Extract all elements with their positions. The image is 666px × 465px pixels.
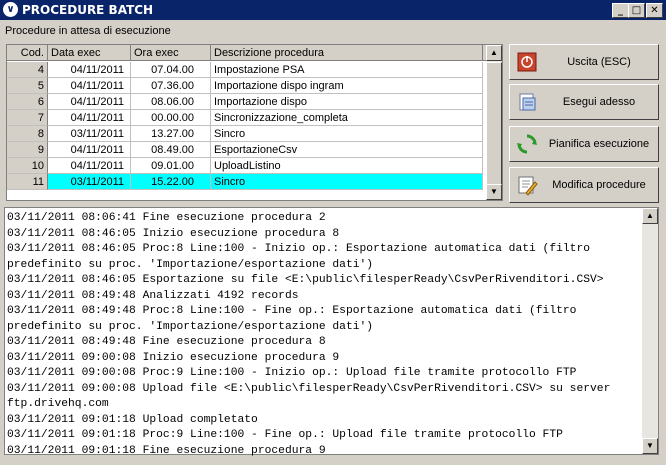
cell-data-exec[interactable]: 04/11/2011 — [48, 78, 131, 94]
grid-scrollbar[interactable]: ▲ ▼ — [486, 45, 502, 200]
table-row[interactable]: 6 04/11/2011 08.06.00 Importazione dispo — [7, 94, 486, 110]
table-row[interactable]: 11 03/11/2011 15.22.00 Sincro — [7, 174, 486, 190]
cell-ora-exec[interactable]: 15.22.00 — [131, 174, 211, 190]
scroll-thumb[interactable] — [486, 62, 502, 187]
window-title: PROCEDURE BATCH — [22, 3, 154, 17]
schedule-icon — [517, 134, 537, 154]
exit-button-label: Uscita (ESC) — [567, 56, 631, 68]
cell-ora-exec[interactable]: 08.06.00 — [131, 94, 211, 110]
cell-cod[interactable]: 7 — [7, 110, 48, 126]
table-row[interactable]: 7 04/11/2011 00.00.00 Sincronizzazione_comp… — [7, 110, 486, 126]
close-icon[interactable]: ✕ — [646, 3, 663, 18]
cell-data-exec[interactable]: 04/11/2011 — [48, 142, 131, 158]
execution-log[interactable]: 03/11/2011 08:06:41 Fine esecuzione proc… — [4, 207, 659, 457]
header-data-exec[interactable]: Data exec — [48, 45, 131, 61]
cell-descrizione[interactable]: Sincronizzazione_completa — [211, 110, 483, 126]
cell-data-exec[interactable]: 04/11/2011 — [48, 158, 131, 174]
cell-data-exec[interactable]: 03/11/2011 — [48, 126, 131, 142]
cell-data-exec[interactable]: 04/11/2011 — [48, 110, 131, 126]
run-icon — [519, 93, 536, 111]
cell-ora-exec[interactable]: 07.36.00 — [131, 78, 211, 94]
pending-procedures-label: Procedure in attesa di esecuzione — [5, 25, 171, 37]
scroll-up-icon[interactable]: ▲ — [486, 45, 502, 61]
exit-button[interactable]: Uscita (ESC) — [509, 44, 659, 80]
cell-cod[interactable]: 9 — [7, 142, 48, 158]
cell-data-exec[interactable]: 04/11/2011 — [48, 62, 131, 78]
scroll-up-icon[interactable]: ▲ — [642, 208, 658, 224]
title-bar: ∨ PROCEDURE BATCH _ □ ✕ — [0, 0, 666, 20]
cell-cod[interactable]: 6 — [7, 94, 48, 110]
cell-descrizione[interactable]: Impostazione PSA — [211, 62, 483, 78]
cell-descrizione[interactable]: UploadListino — [211, 158, 483, 174]
cell-ora-exec[interactable]: 13.27.00 — [131, 126, 211, 142]
exit-icon — [517, 52, 537, 72]
cell-descrizione[interactable]: Sincro — [211, 174, 483, 190]
table-row[interactable]: 8 03/11/2011 13.27.00 Sincro — [7, 126, 486, 142]
header-descrizione[interactable]: Descrizione procedura — [211, 45, 483, 61]
cell-cod[interactable]: 8 — [7, 126, 48, 142]
cell-ora-exec[interactable]: 08.49.00 — [131, 142, 211, 158]
cell-cod[interactable]: 5 — [7, 78, 48, 94]
header-cod[interactable]: Cod. — [7, 45, 48, 61]
log-scrollbar[interactable]: ▲ ▼ — [642, 208, 658, 454]
cell-ora-exec[interactable]: 09.01.00 — [131, 158, 211, 174]
cell-descrizione[interactable]: EsportazioneCsv — [211, 142, 483, 158]
run-now-button[interactable]: Esegui adesso — [509, 84, 659, 120]
edit-icon — [518, 176, 538, 196]
scroll-down-icon[interactable]: ▼ — [486, 184, 502, 200]
header-ora-exec[interactable]: Ora exec — [131, 45, 211, 61]
cell-cod[interactable]: 11 — [7, 174, 48, 190]
app-icon[interactable]: ∨ — [3, 2, 18, 17]
table-row[interactable]: 10 04/11/2011 09.01.00 UploadListino — [7, 158, 486, 174]
cell-ora-exec[interactable]: 07.04.00 — [131, 62, 211, 78]
cell-descrizione[interactable]: Importazione dispo ingram — [211, 78, 483, 94]
edit-procedures-button-label: Modifica procedure — [552, 179, 646, 191]
cell-descrizione[interactable]: Importazione dispo — [211, 94, 483, 110]
cell-data-exec[interactable]: 03/11/2011 — [48, 174, 131, 190]
minimize-icon[interactable]: _ — [612, 3, 629, 18]
cell-cod[interactable]: 10 — [7, 158, 48, 174]
maximize-icon[interactable]: □ — [628, 3, 645, 18]
table-row[interactable]: 9 04/11/2011 08.49.00 EsportazioneCsv — [7, 142, 486, 158]
grid-header: Cod. Data exec Ora exec Descrizione proc… — [7, 45, 486, 61]
cell-descrizione[interactable]: Sincro — [211, 126, 483, 142]
run-now-button-label: Esegui adesso — [562, 96, 636, 108]
schedule-button-label: Pianifica esecuzione — [548, 138, 650, 150]
schedule-button[interactable]: Pianifica esecuzione — [509, 126, 659, 162]
table-row[interactable]: 5 04/11/2011 07.36.00 Importazione dispo in… — [7, 78, 486, 94]
scroll-down-icon[interactable]: ▼ — [642, 438, 658, 454]
edit-procedures-button[interactable]: Modifica procedure — [509, 167, 659, 203]
cell-data-exec[interactable]: 04/11/2011 — [48, 94, 131, 110]
cell-cod[interactable]: 4 — [7, 62, 48, 78]
table-row[interactable]: 4 04/11/2011 07.04.00 Impostazione PSA — [7, 62, 486, 78]
log-text: 03/11/2011 08:06:41 Fine esecuzione proc… — [7, 212, 611, 457]
cell-ora-exec[interactable]: 00.00.00 — [131, 110, 211, 126]
procedures-grid[interactable]: Cod. Data exec Ora exec Descrizione proc… — [6, 44, 503, 201]
